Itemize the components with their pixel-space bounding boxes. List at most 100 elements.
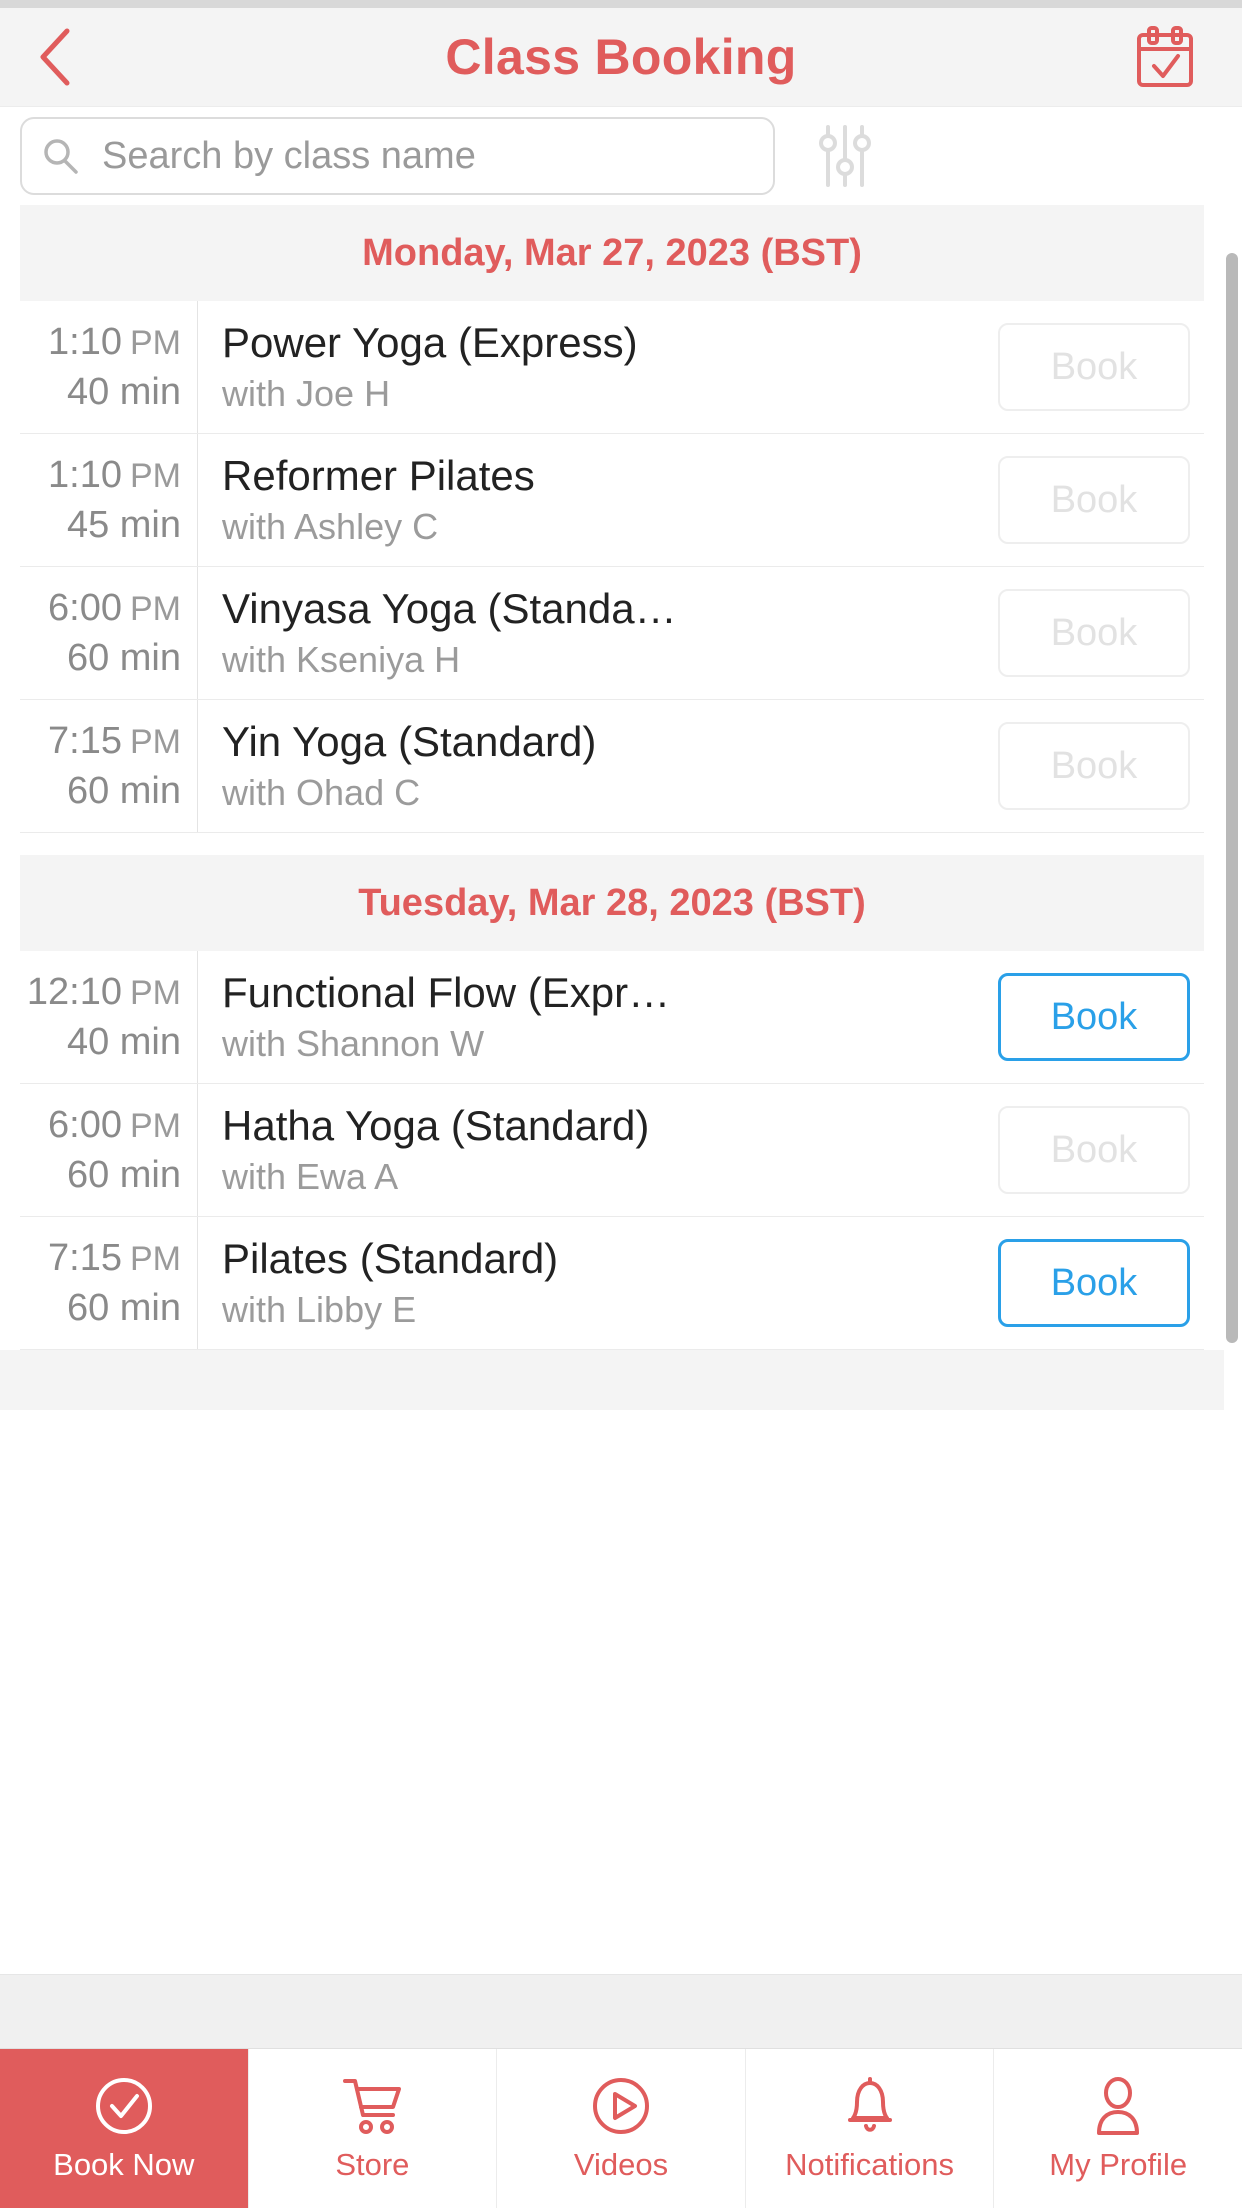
class-time-value: 1:10 — [48, 453, 122, 496]
class-instructor: with Shannon W — [222, 1023, 485, 1065]
book-button[interactable]: Book — [998, 1239, 1190, 1327]
filter-button[interactable] — [800, 107, 890, 205]
tab-notifications[interactable]: Notifications — [745, 2049, 995, 2208]
class-time-ampm: PM — [130, 973, 181, 1012]
class-title: Pilates (Standard) — [222, 1235, 559, 1283]
class-title: Hatha Yoga (Standard) — [222, 1102, 650, 1150]
search-box[interactable] — [20, 117, 775, 195]
check-circle-icon — [93, 2075, 155, 2137]
class-title: Vinyasa Yoga (Standa… — [222, 585, 677, 633]
list-footer — [0, 1350, 1224, 1410]
class-time-value: 6:00 — [48, 1103, 122, 1146]
scrollbar[interactable] — [1226, 205, 1238, 1974]
class-time: 12:10 PM — [27, 967, 181, 1017]
class-list: Monday, Mar 27, 2023 (BST) 1:10 PM 40 min Po… — [0, 205, 1242, 1974]
calendar-button[interactable] — [1110, 8, 1220, 106]
class-title: Reformer Pilates — [222, 452, 535, 500]
class-book-cell: Book — [984, 567, 1204, 699]
class-row[interactable]: 7:15 PM 60 min Pilates (Standard) with Libby… — [20, 1217, 1204, 1350]
book-button[interactable]: Book — [998, 973, 1190, 1061]
tab-label: Notifications — [785, 2146, 954, 2182]
scrollbar-thumb[interactable] — [1226, 253, 1238, 1343]
book-button: Book — [998, 589, 1190, 677]
page-title: Class Booking — [445, 29, 797, 85]
book-button: Book — [998, 323, 1190, 411]
class-booking-screen: Class Booking Search by class name Monda… — [0, 0, 1242, 2208]
class-book-cell: Book — [984, 1217, 1204, 1349]
search-input[interactable] — [102, 134, 755, 178]
class-book-cell: Book — [984, 434, 1204, 566]
class-row[interactable]: 7:15 PM 60 min Yin Yoga (Standard) with Ohad… — [20, 700, 1204, 833]
class-row[interactable]: 1:10 PM 45 min Reformer Pilates with Ashley … — [20, 434, 1204, 567]
class-book-cell: Book — [984, 301, 1204, 433]
class-row[interactable]: 1:10 PM 40 min Power Yoga (Express) with Joe… — [20, 301, 1204, 434]
class-info-cell: Functional Flow (Expr… with Shannon W — [198, 951, 984, 1083]
class-row[interactable]: 12:10 PM 40 min Functional Flow (Expr… with … — [20, 951, 1204, 1084]
class-time-cell: 7:15 PM 60 min — [20, 1217, 198, 1349]
tab-label: Videos — [573, 2146, 669, 2182]
day-header: Monday, Mar 27, 2023 (BST) — [20, 205, 1204, 301]
class-instructor: with Ashley C — [222, 506, 439, 548]
class-time-value: 12:10 — [26, 970, 122, 1013]
class-info-cell: Reformer Pilates with Ashley C — [198, 434, 984, 566]
play-circle-icon — [590, 2075, 652, 2137]
class-row[interactable]: 6:00 PM 60 min Hatha Yoga (Standard) with Ew… — [20, 1084, 1204, 1217]
class-title: Power Yoga (Express) — [222, 319, 638, 367]
class-duration: 40 min — [66, 371, 181, 413]
class-time: 6:00 PM — [48, 1100, 181, 1150]
class-time: 7:15 PM — [48, 1233, 181, 1283]
bell-icon — [840, 2075, 900, 2137]
class-time: 6:00 PM — [48, 583, 181, 633]
class-duration: 60 min — [66, 770, 181, 812]
book-button: Book — [998, 456, 1190, 544]
search-bar — [0, 107, 1242, 205]
class-list-scroll[interactable]: Monday, Mar 27, 2023 (BST) 1:10 PM 40 min Po… — [0, 205, 1242, 1974]
class-title: Yin Yoga (Standard) — [222, 718, 597, 766]
class-duration: 60 min — [66, 1154, 181, 1196]
class-time-ampm: PM — [130, 456, 181, 495]
search-icon — [40, 136, 80, 176]
class-instructor: with Kseniya H — [222, 639, 461, 681]
tab-label: Store — [335, 2146, 410, 2182]
class-duration: 60 min — [66, 1287, 181, 1329]
tab-store[interactable]: Store — [248, 2049, 498, 2208]
class-time-cell: 6:00 PM 60 min — [20, 1084, 198, 1216]
calendar-check-icon — [1137, 26, 1193, 87]
tab-book-now[interactable]: Book Now — [0, 2049, 249, 2208]
class-time-ampm: PM — [130, 323, 181, 362]
class-title: Functional Flow (Expr… — [222, 969, 671, 1017]
bottom-spacer — [0, 1974, 1242, 2048]
class-time: 1:10 PM — [48, 317, 181, 367]
class-time-ampm: PM — [130, 1239, 181, 1278]
class-instructor: with Ewa A — [222, 1156, 399, 1198]
class-info-cell: Power Yoga (Express) with Joe H — [198, 301, 984, 433]
class-row[interactable]: 6:00 PM 60 min Vinyasa Yoga (Standa… with Ks… — [20, 567, 1204, 700]
tab-label: Book Now — [53, 2146, 195, 2182]
class-duration: 45 min — [66, 504, 181, 546]
class-time-value: 6:00 — [48, 586, 122, 629]
class-time-value: 7:15 — [48, 1236, 122, 1279]
class-instructor: with Libby E — [222, 1289, 417, 1331]
class-info-cell: Pilates (Standard) with Libby E — [198, 1217, 984, 1349]
tab-videos[interactable]: Videos — [497, 2049, 746, 2208]
class-duration: 60 min — [66, 637, 181, 679]
class-duration: 40 min — [66, 1021, 181, 1063]
status-bar — [0, 0, 1242, 8]
class-time-value: 1:10 — [48, 320, 122, 363]
sliders-filter-icon — [819, 125, 871, 187]
class-time: 1:10 PM — [48, 450, 181, 500]
class-time-ampm: PM — [130, 722, 181, 761]
day-separator — [0, 833, 1224, 855]
app-header: Class Booking — [0, 8, 1242, 107]
class-instructor: with Joe H — [222, 373, 391, 415]
class-time-cell: 1:10 PM 40 min — [20, 301, 198, 433]
class-time-cell: 7:15 PM 60 min — [20, 700, 198, 832]
class-book-cell: Book — [984, 1084, 1204, 1216]
day-header: Tuesday, Mar 28, 2023 (BST) — [20, 855, 1204, 951]
class-time-cell: 6:00 PM 60 min — [20, 567, 198, 699]
bottom-tab-bar: Book Now Store Videos Notifications My Profi… — [0, 2048, 1242, 2208]
class-time: 7:15 PM — [48, 716, 181, 766]
class-book-cell: Book — [984, 951, 1204, 1083]
class-info-cell: Vinyasa Yoga (Standa… with Kseniya H — [198, 567, 984, 699]
tab-my-profile[interactable]: My Profile — [994, 2049, 1242, 2208]
